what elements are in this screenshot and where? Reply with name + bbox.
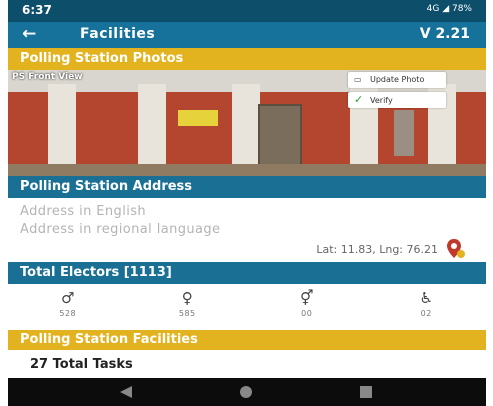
male-icon: ♂: [61, 289, 75, 307]
status-indicators: 4G ◢ 78%: [426, 4, 472, 14]
update-photo-label: Update Photo: [370, 75, 425, 84]
stat-third-gender: ⚥ 00: [247, 287, 367, 327]
verify-button[interactable]: ✓ Verify: [348, 92, 446, 108]
photos-section-header: Polling Station Photos: [8, 48, 486, 70]
stat-disabled: ♿ 02: [367, 287, 487, 327]
stat-female: ♀ 585: [128, 287, 248, 327]
app-bar: ← Facilities V 2.21: [8, 22, 486, 48]
total-tasks-label[interactable]: 27 Total Tasks: [30, 357, 133, 372]
stat-value: 585: [178, 309, 196, 318]
female-icon: ♀: [181, 289, 193, 307]
electors-section-header: Total Electors [1113]: [8, 262, 486, 284]
location-pin-icon[interactable]: [446, 238, 466, 260]
stat-value: 00: [301, 309, 313, 318]
address-section-header: Polling Station Address: [8, 176, 486, 198]
nav-back-icon[interactable]: [120, 386, 132, 398]
status-bar: 6:37 4G ◢ 78%: [8, 0, 486, 22]
back-arrow-icon[interactable]: ←: [22, 24, 36, 44]
elector-stats: ♂ 528 ♀ 585 ⚥ 00 ♿ 02: [8, 287, 486, 327]
android-nav-bar: [8, 378, 486, 406]
verify-label: Verify: [370, 96, 393, 105]
address-english-field[interactable]: Address in English: [20, 204, 146, 219]
nav-home-icon[interactable]: [240, 386, 252, 398]
third-gender-icon: ⚥: [299, 289, 314, 307]
check-icon: ✓: [354, 93, 364, 106]
address-regional-field[interactable]: Address in regional language: [20, 222, 220, 237]
stat-male: ♂ 528: [8, 287, 128, 327]
camera-icon: ▭: [354, 75, 362, 84]
carousel-dots: [236, 166, 254, 176]
facilities-section-header: Polling Station Facilities: [8, 330, 486, 350]
app-frame: 6:37 4G ◢ 78% ← Facilities V 2.21 Pollin…: [8, 0, 486, 406]
page-title: Facilities: [80, 26, 156, 42]
version-label: V 2.21: [419, 26, 470, 42]
nav-recents-icon[interactable]: [360, 386, 372, 398]
lat-lng-readout: Lat: 11.83, Lng: 76.21: [316, 243, 438, 256]
wheelchair-icon: ♿: [419, 289, 433, 307]
stat-value: 02: [420, 309, 432, 318]
photo-label: PS Front View: [12, 72, 83, 82]
status-time: 6:37: [22, 3, 52, 17]
stat-value: 528: [59, 309, 77, 318]
update-photo-button[interactable]: ▭ Update Photo: [348, 72, 446, 88]
